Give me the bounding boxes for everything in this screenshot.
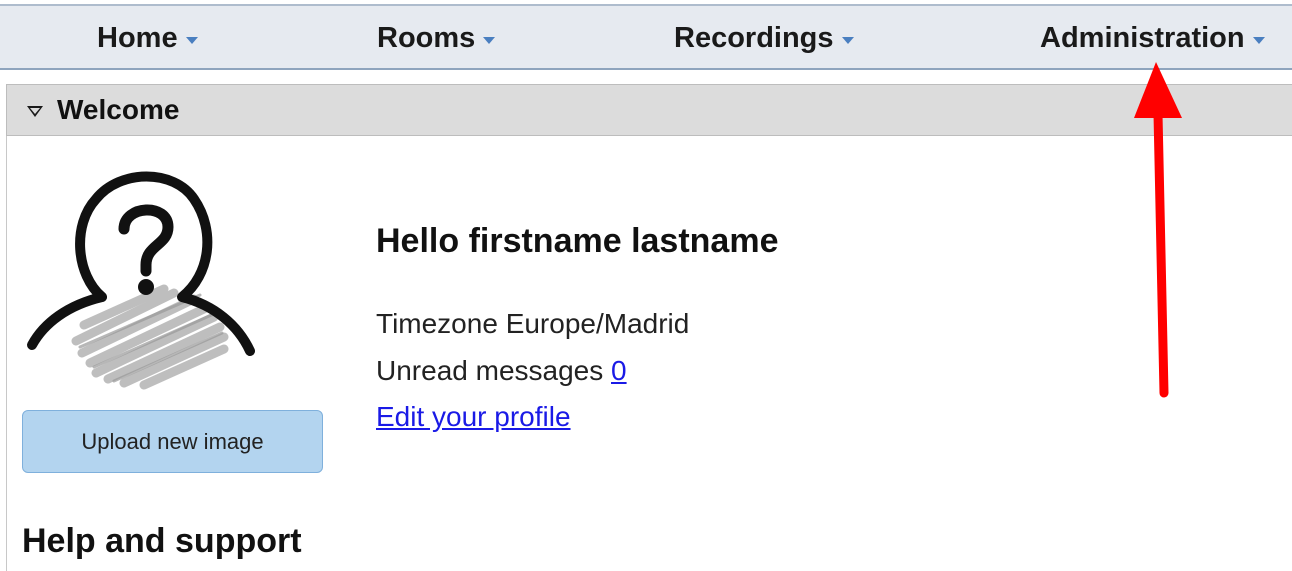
red-arrow-up-icon bbox=[1134, 62, 1182, 398]
greeting-heading: Hello firstname lastname bbox=[376, 222, 779, 260]
timezone-value: Europe/Madrid bbox=[505, 308, 690, 339]
unread-messages-label: Unread messages bbox=[376, 355, 604, 386]
nav-menu-administration[interactable]: Administration bbox=[1040, 22, 1265, 54]
nav-menu-home-label: Home bbox=[97, 21, 178, 54]
chevron-down-icon bbox=[483, 36, 496, 44]
edit-profile-link[interactable]: Edit your profile bbox=[376, 401, 571, 433]
timezone-label: Timezone bbox=[376, 308, 498, 339]
nav-menu-rooms-label: Rooms bbox=[377, 21, 476, 54]
upload-new-image-label: Upload new image bbox=[81, 428, 264, 454]
chevron-down-icon bbox=[1252, 36, 1265, 44]
upload-new-image-button[interactable]: Upload new image bbox=[22, 410, 323, 473]
nav-menu-rooms[interactable]: Rooms bbox=[377, 21, 496, 54]
nav-menu-recordings-label: Recordings bbox=[674, 21, 834, 54]
timezone-info: Timezone Europe/Madrid bbox=[376, 308, 689, 340]
top-navigation-bar: Home Rooms Recordings Administration bbox=[0, 4, 1292, 70]
chevron-down-icon bbox=[841, 36, 854, 44]
triangle-down-icon[interactable] bbox=[27, 105, 43, 117]
nav-menu-home[interactable]: Home bbox=[97, 22, 198, 54]
app-page: Home Rooms Recordings Administration Wel… bbox=[0, 0, 1292, 571]
help-and-support-heading: Help and support bbox=[22, 522, 302, 560]
unknown-user-avatar-icon bbox=[27, 171, 255, 390]
chevron-down-icon bbox=[185, 36, 198, 44]
welcome-panel-title: Welcome bbox=[57, 94, 180, 125]
welcome-panel-header[interactable]: Welcome bbox=[6, 84, 1292, 136]
nav-menu-recordings[interactable]: Recordings bbox=[674, 22, 854, 54]
nav-menu-administration-label: Administration bbox=[1040, 21, 1245, 54]
unread-messages-info: Unread messages 0 bbox=[376, 355, 627, 387]
unread-messages-count-link[interactable]: 0 bbox=[611, 355, 627, 386]
